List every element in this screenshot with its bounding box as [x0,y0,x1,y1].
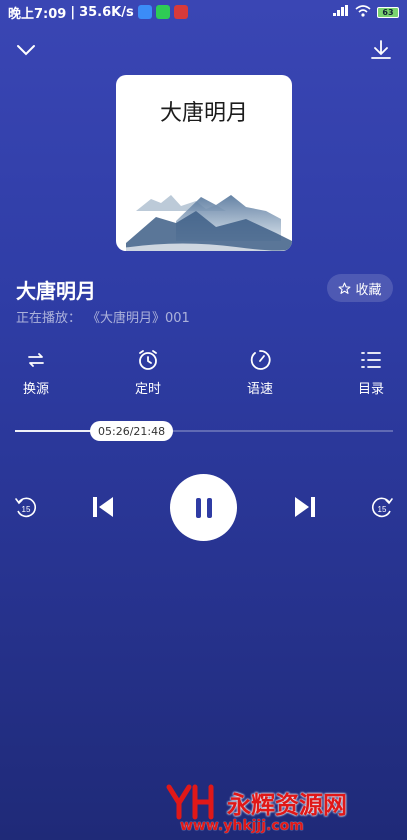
rewind-15-button[interactable]: 15 [12,494,40,522]
previous-button[interactable] [89,492,117,522]
wifi-icon [355,4,371,20]
swap-source-button[interactable]: 换源 [6,348,66,397]
notification-app-icon [173,5,188,19]
watermark-text: 永辉资源网 [227,791,347,819]
catalog-label: 目录 [357,382,384,397]
rewind-seconds: 15 [22,505,31,514]
battery-icon: 63 [377,6,399,18]
message-app-icon [137,5,152,19]
now-playing: 正在播放： 《大唐明月》001 [16,307,190,326]
status-left: 晚上7:09 | 35.6K/s [8,3,188,22]
star-icon [339,282,351,294]
mountain-illustration [116,195,292,251]
pause-icon [195,497,212,518]
speed-button[interactable]: 语速 [230,348,290,397]
forward-15-button[interactable]: 15 [368,494,396,522]
timer-label: 定时 [134,382,161,397]
album-cover: 大唐明月 [116,75,292,251]
pause-button[interactable] [170,474,237,541]
chevron-down-icon [17,45,35,56]
watermark-url: www.yhkjjj.com [180,818,304,834]
playback-controls: 15 15 [0,470,407,542]
wechat-icon [155,5,170,19]
list-icon [361,352,381,368]
favorite-label: 收藏 [355,282,382,298]
signal-icon [333,5,349,19]
function-row: 换源 定时 语速 目录 [0,348,407,404]
status-divider: | [70,4,76,20]
status-bar: 晚上7:09 | 35.6K/s 63 [0,0,407,24]
swap-source-icon [28,353,44,367]
speed-dial-icon [250,350,271,370]
download-button[interactable] [367,36,395,64]
cover-title: 大唐明月 [159,101,248,126]
rewind-15-icon: 15 [15,497,37,518]
now-playing-label: 正在播放： [16,311,82,326]
status-right: 63 [333,4,399,20]
collapse-button[interactable] [12,36,40,64]
top-bar [0,34,407,66]
now-playing-value: 《大唐明月》001 [87,311,190,326]
forward-seconds: 15 [378,505,387,514]
track-title: 大唐明月 [16,279,96,303]
download-icon [371,40,391,59]
skip-next-icon [295,497,315,517]
timer-button[interactable]: 定时 [118,348,178,397]
watermark-logo [166,784,214,820]
favorite-button[interactable]: 收藏 [327,274,393,302]
next-button[interactable] [291,492,319,522]
progress-thumb[interactable]: 05:26/21:48 [90,421,174,441]
speed-label: 语速 [246,382,273,397]
skip-previous-icon [93,497,113,517]
status-time: 晚上7:09 [8,6,67,22]
catalog-button[interactable]: 目录 [341,348,401,397]
status-speed: 35.6K/s [79,4,134,20]
swap-source-label: 换源 [22,382,49,397]
alarm-clock-icon [139,350,157,370]
forward-15-icon: 15 [371,497,393,518]
progress-bar[interactable] [15,430,393,432]
